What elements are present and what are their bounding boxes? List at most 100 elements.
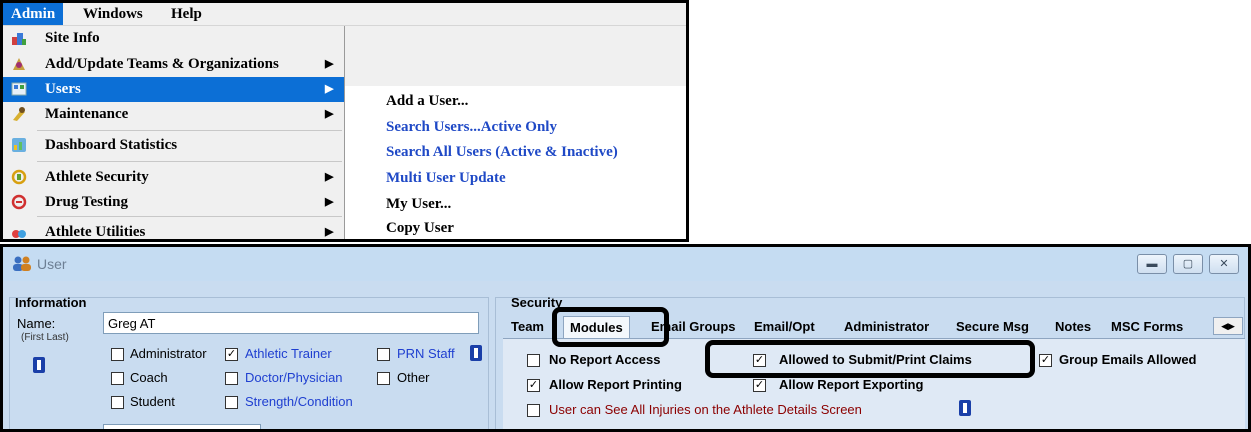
checkbox-report-printing[interactable]: ✓ bbox=[527, 379, 540, 392]
name-input-value: Greg AT bbox=[108, 316, 156, 331]
restore-button[interactable]: ▢ bbox=[1173, 254, 1203, 274]
close-icon: ✕ bbox=[1219, 258, 1229, 270]
label-report-exporting: Allow Report Exporting bbox=[779, 377, 924, 392]
name-label: Name: bbox=[17, 316, 56, 331]
submenu-arrow-icon: ▶ bbox=[325, 108, 334, 120]
label-student: Student bbox=[130, 394, 175, 409]
user-window-screenshot: User ▬ ▢ ✕ Information Name: (First Last… bbox=[0, 244, 1251, 432]
submenu-arrow-icon: ▶ bbox=[325, 58, 334, 70]
admin-menu-screenshot: Admin Windows Help Site Info Add/Update … bbox=[0, 0, 689, 242]
tab-team[interactable]: Team bbox=[505, 316, 550, 338]
security-icon bbox=[11, 169, 27, 185]
submenu-search-all[interactable]: Search All Users (Active & Inactive) bbox=[386, 144, 618, 161]
menu-bar: Admin Windows Help bbox=[3, 3, 686, 26]
label-coach: Coach bbox=[130, 370, 168, 385]
label-see-all-injuries: User can See All Injuries on the Athlete… bbox=[549, 402, 862, 417]
info-icon[interactable] bbox=[470, 345, 482, 361]
title-bar: User ▬ ▢ ✕ bbox=[3, 247, 1248, 281]
submenu-my-user[interactable]: My User... bbox=[386, 196, 451, 213]
label-report-printing: Allow Report Printing bbox=[549, 377, 682, 392]
submenu-arrow-icon: ▶ bbox=[325, 171, 334, 183]
modules-tab-highlight bbox=[552, 307, 669, 347]
checkbox-see-all-injuries[interactable] bbox=[527, 404, 540, 417]
menu-item-teams[interactable]: Add/Update Teams & Organizations ▶ bbox=[3, 52, 344, 77]
menu-item-label: Athlete Utilities bbox=[45, 224, 146, 240]
minimize-icon: ▬ bbox=[1146, 258, 1158, 270]
teams-icon bbox=[13, 58, 25, 70]
tab-secure-msg[interactable]: Secure Msg bbox=[950, 316, 1035, 338]
checkbox-doctor[interactable] bbox=[225, 372, 238, 385]
minimize-button[interactable]: ▬ bbox=[1137, 254, 1167, 274]
label-athletic-trainer: Athletic Trainer bbox=[245, 346, 332, 361]
menu-item-label: Drug Testing bbox=[45, 194, 128, 210]
restore-icon: ▢ bbox=[1182, 258, 1194, 270]
tab-scroll-arrows[interactable]: ◀▶ bbox=[1213, 317, 1243, 335]
label-administrator: Administrator bbox=[130, 346, 207, 361]
close-button[interactable]: ✕ bbox=[1209, 254, 1239, 274]
menu-item-maintenance[interactable]: Maintenance ▶ bbox=[3, 102, 344, 127]
menu-item-athlete-security[interactable]: Athlete Security ▶ bbox=[3, 165, 344, 190]
menu-item-label: Site Info bbox=[45, 30, 100, 46]
menu-item-label: Maintenance bbox=[45, 106, 129, 122]
menu-separator bbox=[37, 161, 342, 162]
label-other: Other bbox=[397, 370, 430, 385]
users-icon bbox=[13, 256, 31, 271]
label-group-emails: Group Emails Allowed bbox=[1059, 352, 1197, 367]
app-background bbox=[344, 26, 686, 86]
menu-item-athlete-utilities[interactable]: Athlete Utilities ▶ bbox=[3, 220, 344, 240]
menu-item-dashboard[interactable]: Dashboard Statistics bbox=[3, 133, 344, 158]
menu-admin[interactable]: Admin bbox=[3, 3, 64, 25]
submenu-arrow-icon: ▶ bbox=[325, 196, 334, 208]
information-title: Information bbox=[15, 295, 87, 310]
menu-item-drug-testing[interactable]: Drug Testing ▶ bbox=[3, 190, 344, 215]
menu-item-label: Users bbox=[45, 81, 81, 97]
checkbox-other[interactable] bbox=[377, 372, 390, 385]
checkbox-group-emails[interactable]: ✓ bbox=[1039, 354, 1052, 367]
secondary-input[interactable] bbox=[103, 424, 261, 429]
checkbox-athletic-trainer[interactable]: ✓ bbox=[225, 348, 238, 361]
drug-testing-icon bbox=[11, 194, 27, 210]
menu-item-site-info[interactable]: Site Info bbox=[3, 26, 344, 51]
label-strength: Strength/Condition bbox=[245, 394, 353, 409]
tab-administrator[interactable]: Administrator bbox=[838, 316, 935, 338]
tab-email-opt[interactable]: Email/Opt bbox=[748, 316, 821, 338]
checkbox-strength[interactable] bbox=[225, 396, 238, 409]
submenu-multi-update[interactable]: Multi User Update bbox=[386, 170, 506, 187]
users-icon bbox=[11, 82, 27, 96]
maintenance-icon bbox=[13, 107, 25, 121]
label-prn-staff: PRN Staff bbox=[397, 346, 455, 361]
tab-msc-forms[interactable]: MSC Forms bbox=[1105, 316, 1189, 338]
utilities-icon bbox=[12, 230, 26, 238]
window-content: Information Name: (First Last) Greg AT A… bbox=[3, 281, 1248, 429]
checkbox-prn-staff[interactable] bbox=[377, 348, 390, 361]
submenu-search-active[interactable]: Search Users...Active Only bbox=[386, 119, 557, 136]
submenu-copy-user[interactable]: Copy User bbox=[386, 220, 454, 237]
chevron-left-icon: ◀ bbox=[1221, 321, 1228, 331]
menu-separator bbox=[37, 216, 342, 217]
admin-dropdown: Site Info Add/Update Teams & Organizatio… bbox=[3, 26, 345, 240]
menu-item-users[interactable]: Users ▶ bbox=[3, 77, 344, 102]
info-icon[interactable] bbox=[33, 357, 45, 373]
claims-option-highlight bbox=[705, 340, 1035, 378]
site-info-icon bbox=[12, 33, 26, 45]
menu-separator bbox=[37, 130, 342, 131]
chevron-right-icon: ▶ bbox=[1228, 321, 1235, 331]
submenu-add-user[interactable]: Add a User... bbox=[386, 93, 468, 110]
submenu-arrow-icon: ▶ bbox=[325, 226, 334, 238]
menu-item-label: Add/Update Teams & Organizations bbox=[45, 56, 279, 72]
tab-notes[interactable]: Notes bbox=[1049, 316, 1097, 338]
name-hint: (First Last) bbox=[21, 332, 69, 343]
users-submenu: Add a User... Search Users...Active Only… bbox=[358, 86, 686, 239]
checkbox-student[interactable] bbox=[111, 396, 124, 409]
menu-help[interactable]: Help bbox=[163, 3, 210, 25]
checkbox-report-exporting[interactable]: ✓ bbox=[753, 379, 766, 392]
checkbox-coach[interactable] bbox=[111, 372, 124, 385]
menu-windows[interactable]: Windows bbox=[75, 3, 151, 25]
dashboard-icon bbox=[12, 138, 26, 152]
checkbox-no-report-access[interactable] bbox=[527, 354, 540, 367]
checkbox-administrator[interactable] bbox=[111, 348, 124, 361]
window-title: User bbox=[37, 256, 67, 272]
label-no-report-access: No Report Access bbox=[549, 352, 661, 367]
info-icon[interactable] bbox=[959, 400, 971, 416]
name-input[interactable]: Greg AT bbox=[103, 312, 479, 334]
